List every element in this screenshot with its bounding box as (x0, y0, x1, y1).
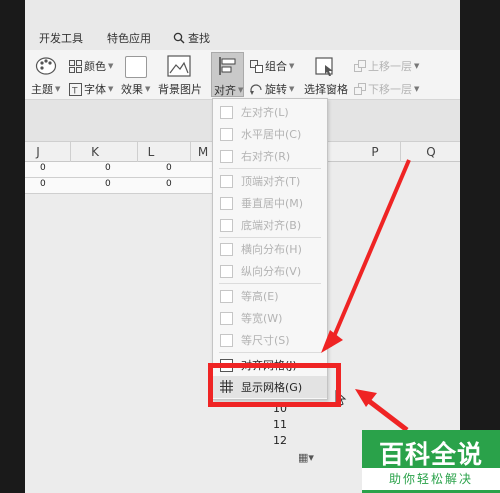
app-window: 开发工具 特色应用 查找 主题 ▼ 颜色 ▼ T 字体 ▼ 效果 ▼ 背景图片 对齐 ▼ (25, 0, 460, 493)
watermark-logo: 百科全说 助你轻松解决 (362, 430, 500, 493)
arrow-annotation-upper (321, 159, 411, 432)
watermark-subtitle: 助你轻松解决 (362, 468, 500, 490)
watermark-title: 百科全说 (378, 440, 483, 469)
